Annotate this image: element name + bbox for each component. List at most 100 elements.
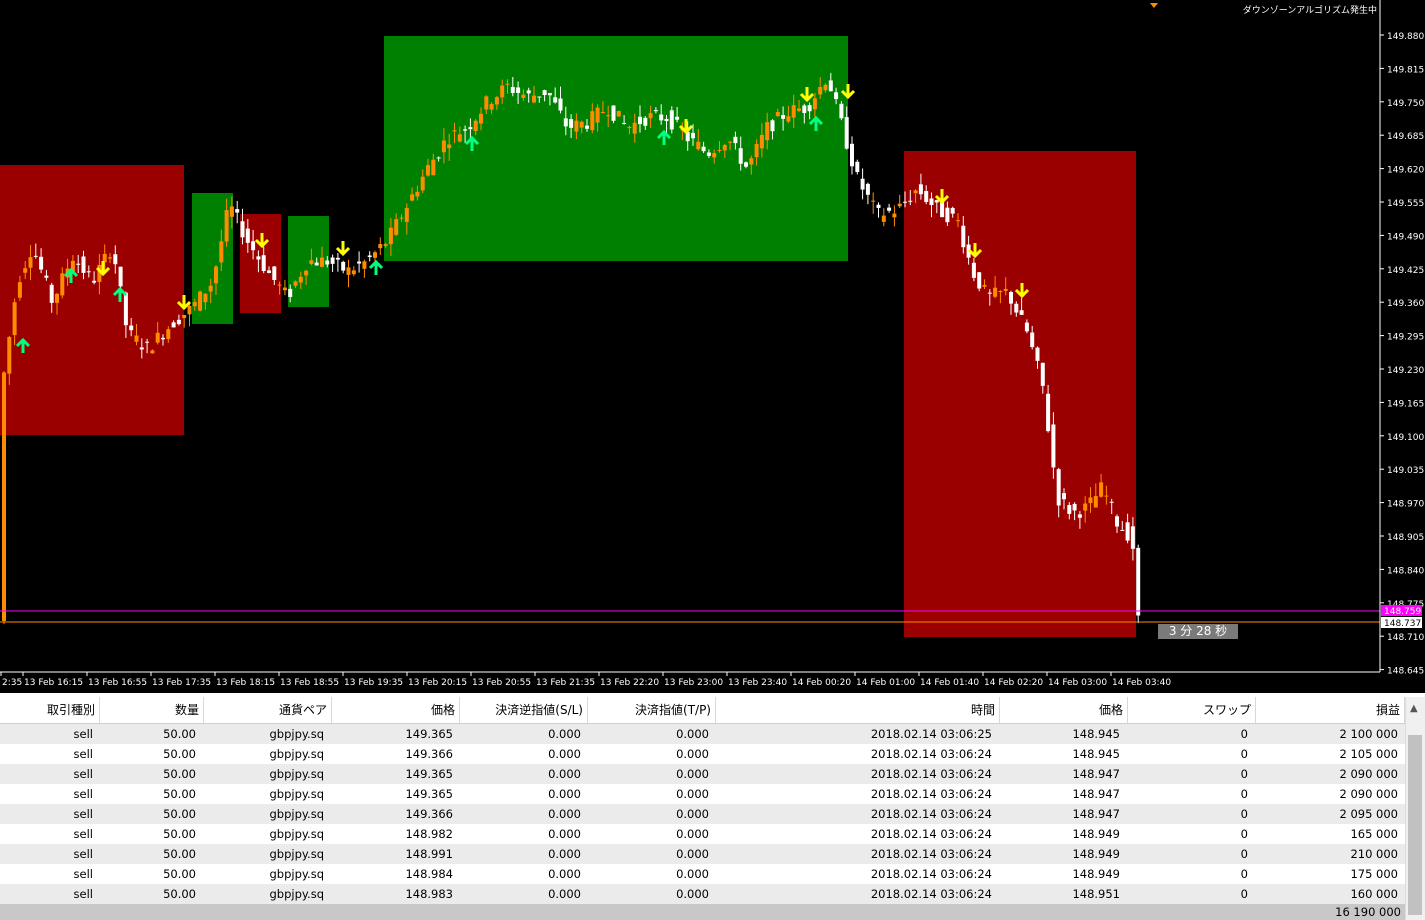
candle-body [171, 322, 176, 328]
candle-body [844, 117, 849, 149]
candle-body [420, 176, 425, 191]
candle-body [791, 105, 796, 118]
candle-body [712, 153, 717, 158]
candle-body [839, 103, 844, 119]
candle-body [229, 206, 234, 217]
table-row[interactable]: sell 50.00 gbpjpy.sq 148.984 0.000 0.000 2018.… [0, 864, 1405, 884]
header-col-symbol[interactable]: 通貨ペア [204, 697, 332, 723]
candle-body [850, 143, 854, 167]
cell-col-swap: 0 [1240, 887, 1248, 901]
candle-body [245, 228, 250, 243]
candle-body [452, 130, 457, 132]
table-row[interactable]: sell 50.00 gbpjpy.sq 148.983 0.000 0.000 2018.… [0, 884, 1405, 904]
candle-body [298, 276, 303, 283]
time-axis-label: 13 Feb 23:00 [664, 678, 723, 688]
candle-body [632, 122, 637, 134]
candle-body [807, 105, 812, 112]
candle-body [574, 120, 579, 132]
candle-body [309, 260, 314, 264]
candle-body [362, 261, 367, 269]
candle-body [537, 96, 542, 98]
candle-body [754, 143, 759, 158]
header-col-swap[interactable]: スワップ [1128, 697, 1256, 723]
cell-col-time: 2018.02.14 03:06:24 [870, 807, 992, 821]
header-col-current-price[interactable]: 価格 [1000, 697, 1128, 723]
header-col-volume[interactable]: 数量 [100, 697, 204, 723]
candle-body [86, 271, 91, 273]
cell-col-symbol: gbpjpy.sq [269, 747, 324, 761]
cell-col-type: sell [73, 827, 93, 841]
price-chart[interactable]: 149.880 149.815 149.750 149.685 149.620 149.5… [0, 0, 1425, 693]
candle-body [145, 341, 150, 343]
time-axis-label: 14 Feb 01:00 [856, 678, 915, 688]
cell-col-stop-loss: 0.000 [548, 827, 581, 841]
candle-body [606, 115, 611, 117]
header-col-type[interactable]: 取引種別 [0, 697, 100, 723]
candle-body [161, 337, 165, 340]
scroll-up-icon[interactable]: ▲ [1410, 703, 1418, 714]
cell-col-profit: 210 000 [1350, 847, 1398, 861]
candle-body [251, 241, 256, 251]
candle-body [187, 305, 192, 315]
candle-body [1014, 303, 1019, 313]
chart-canvas[interactable]: 149.880 149.815 149.750 149.685 149.620 149.5… [0, 0, 1425, 693]
candle-body [1093, 496, 1098, 508]
candle-countdown-label: 3 分 28 秒 [1158, 624, 1238, 639]
header-col-stop-loss[interactable]: 決済逆指値(S/L) [460, 697, 588, 723]
table-row[interactable]: sell 50.00 gbpjpy.sq 148.991 0.000 0.000 2018.… [0, 844, 1405, 864]
candle-body [977, 272, 982, 289]
candle-body [802, 105, 807, 113]
candle-body [579, 121, 584, 128]
time-axis-label: 13 Feb 22:20 [600, 678, 659, 688]
candle-body [463, 129, 468, 131]
candle-body [33, 255, 38, 257]
candle-body [267, 270, 271, 273]
vertical-scrollbar[interactable]: ▲ [1405, 697, 1425, 920]
cell-col-volume: 50.00 [163, 747, 196, 761]
candle-body [569, 119, 574, 128]
table-body: sell 50.00 gbpjpy.sq 149.365 0.000 0.000 2018.… [0, 724, 1405, 904]
table-row[interactable]: sell 50.00 gbpjpy.sq 149.365 0.000 0.000 2018.… [0, 724, 1405, 744]
trade-terminal: 取引種別 数量 通貨ペア 価格 決済逆指値(S/L) 決済指値(T/P) 時間 価格 スワップ損… [0, 697, 1425, 920]
table-row[interactable]: sell 50.00 gbpjpy.sq 149.365 0.000 0.000 2018.… [0, 764, 1405, 784]
scroll-thumb[interactable] [1408, 735, 1422, 915]
header-col-take-profit[interactable]: 決済指値(T/P) [588, 697, 716, 723]
price-axis-label: 148.645 [1387, 667, 1424, 677]
cell-col-volume: 50.00 [163, 867, 196, 881]
table-header: 取引種別 数量 通貨ペア 価格 決済逆指値(S/L) 決済指値(T/P) 時間 価格 スワップ損… [0, 697, 1405, 724]
candle-body [123, 292, 128, 326]
candle-body [600, 112, 605, 114]
cell-col-time: 2018.02.14 03:06:24 [870, 827, 992, 841]
time-axis-label: 13 Feb 21:35 [536, 678, 595, 688]
cell-col-symbol: gbpjpy.sq [269, 867, 324, 881]
candle-body [373, 252, 377, 258]
price-axis-label: 149.815 [1387, 65, 1424, 75]
table-row[interactable]: sell 50.00 gbpjpy.sq 149.366 0.000 0.000 2018.… [0, 804, 1405, 824]
price-axis-label: 149.685 [1387, 132, 1424, 142]
candle-body [908, 200, 913, 202]
header-col-time[interactable]: 時間 [716, 697, 1000, 723]
candle-body [558, 98, 563, 111]
price-axis-label: 149.230 [1387, 366, 1424, 376]
time-axis-label: 13 Feb 20:55 [472, 678, 531, 688]
candle-body [49, 284, 54, 303]
table-row[interactable]: sell 50.00 gbpjpy.sq 149.366 0.000 0.000 2018.… [0, 744, 1405, 764]
candle-body [500, 85, 505, 98]
cell-col-current-price: 148.945 [1072, 747, 1120, 761]
cell-col-symbol: gbpjpy.sq [269, 767, 324, 781]
candle-body [860, 178, 865, 190]
table-row[interactable]: sell 50.00 gbpjpy.sq 149.365 0.000 0.000 2018.… [0, 784, 1405, 804]
cell-col-profit: 2 090 000 [1339, 787, 1398, 801]
candle-body [166, 329, 171, 340]
cell-col-type: sell [73, 727, 93, 741]
candle-body [367, 255, 372, 258]
cell-col-open-price: 149.366 [405, 807, 453, 821]
header-col-open-price[interactable]: 価格 [332, 697, 460, 723]
candle-body [887, 207, 892, 211]
table-row[interactable]: sell 50.00 gbpjpy.sq 148.982 0.000 0.000 2018.… [0, 824, 1405, 844]
candle-body [410, 194, 415, 201]
candle-body [701, 146, 706, 152]
candle-body [542, 90, 547, 96]
candle-body [182, 314, 187, 319]
header-col-profit[interactable]: 損益 [1256, 697, 1405, 723]
